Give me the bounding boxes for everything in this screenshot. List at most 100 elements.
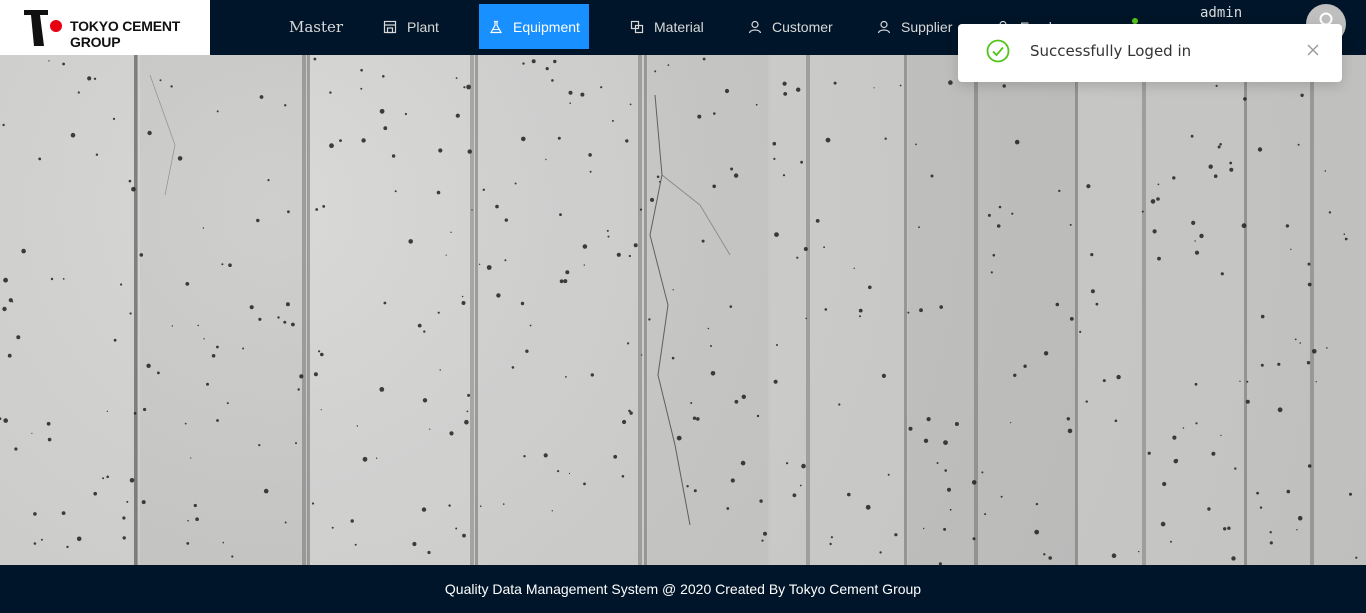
concrete-pit — [467, 149, 472, 154]
concrete-pit — [796, 87, 801, 92]
concrete-pit — [569, 102, 571, 104]
concrete-pit — [131, 186, 136, 192]
concrete-pit — [702, 57, 706, 61]
concrete-pit — [1229, 161, 1233, 165]
concrete-pit — [318, 350, 321, 353]
concrete-pit — [185, 282, 190, 286]
concrete-pit — [383, 126, 388, 131]
concrete-pit — [918, 226, 920, 229]
concrete-pit — [106, 410, 109, 412]
nav-customer-label: Customer — [772, 18, 833, 35]
concrete-pit — [1162, 481, 1167, 487]
concrete-pit — [7, 353, 12, 358]
concrete-pit — [186, 542, 190, 545]
concrete-pit — [287, 210, 290, 214]
concrete-pit — [545, 67, 549, 71]
concrete-pit — [838, 403, 841, 406]
concrete-pit — [1234, 467, 1237, 470]
concrete-pit — [129, 312, 132, 315]
concrete-pit — [613, 454, 618, 459]
concrete-pit — [1256, 491, 1259, 495]
nav-master[interactable]: Master — [289, 4, 343, 49]
concrete-pit — [622, 419, 627, 425]
concrete-pit — [971, 480, 977, 485]
concrete-pit — [448, 504, 451, 507]
concrete-pit — [648, 318, 651, 321]
concrete-pit — [919, 308, 923, 313]
concrete-pit — [984, 513, 987, 516]
concrete-pit — [551, 510, 553, 512]
concrete-pit — [782, 174, 786, 177]
concrete-pit — [157, 371, 160, 375]
concrete-pit — [939, 305, 943, 309]
concrete-pit — [1152, 229, 1157, 234]
concrete-pit — [1231, 556, 1236, 561]
concrete-pit — [228, 263, 232, 267]
concrete-pit — [1013, 373, 1017, 377]
concrete-pit — [464, 419, 469, 425]
nav-material[interactable]: Material — [630, 4, 704, 49]
concrete-pit — [226, 402, 229, 405]
nav-supplier[interactable]: Supplier — [877, 4, 952, 49]
concrete-pit — [710, 345, 712, 347]
brand-logo[interactable]: TOKYO CEMENT GROUP — [0, 0, 210, 55]
concrete-pit — [408, 239, 414, 244]
concrete-pit — [521, 136, 526, 142]
concrete-pit — [943, 527, 947, 531]
concrete-pit — [672, 289, 674, 291]
concrete-pit — [133, 412, 137, 415]
concrete-pit — [3, 277, 8, 283]
nav-equipment[interactable]: Equipment — [479, 4, 589, 49]
concrete-pit — [580, 92, 585, 97]
concrete-pit — [1227, 526, 1231, 530]
concrete-pit — [195, 517, 199, 521]
concrete-pit — [1257, 147, 1263, 152]
concrete-pit — [1215, 84, 1218, 87]
concrete-pit — [712, 184, 716, 189]
flask-icon — [489, 20, 503, 33]
concrete-pit — [471, 209, 473, 211]
concrete-pit — [122, 536, 126, 540]
concrete-pit — [231, 555, 234, 558]
concrete-pit — [998, 205, 1002, 209]
concrete-pit — [70, 132, 76, 138]
concrete-pit — [33, 512, 37, 516]
concrete-pit — [553, 59, 557, 64]
concrete-pit — [277, 316, 280, 319]
concrete-pit — [865, 504, 871, 510]
concrete-pit — [284, 104, 287, 107]
concrete-pit — [511, 366, 515, 369]
concrete-pit — [588, 153, 592, 157]
concrete-pit — [1190, 134, 1194, 138]
concrete-pit — [1260, 314, 1265, 319]
concrete-pit — [1023, 364, 1027, 368]
concrete-pit — [824, 308, 828, 311]
concrete-pit — [1229, 167, 1234, 172]
block-icon — [630, 20, 644, 33]
nav-customer[interactable]: Customer — [748, 4, 833, 49]
concrete-pit — [522, 62, 525, 65]
concrete-pit — [76, 536, 82, 542]
concrete-pit — [146, 363, 151, 368]
concrete-pit — [1217, 145, 1221, 149]
close-icon[interactable] — [1305, 42, 1321, 58]
concrete-pit — [1085, 400, 1088, 403]
concrete-background — [0, 55, 1366, 565]
concrete-pit — [887, 473, 890, 476]
concrete-pit — [299, 374, 304, 379]
concrete-pit — [106, 475, 109, 479]
concrete-pit — [504, 259, 507, 262]
concrete-pit — [466, 84, 471, 90]
concrete-pit — [356, 425, 358, 427]
concrete-pit — [256, 218, 260, 223]
concrete-pit — [313, 57, 317, 61]
concrete-pit — [686, 485, 689, 488]
concrete-pit — [730, 478, 735, 483]
concrete-pit — [438, 148, 443, 153]
concrete-pit — [859, 315, 861, 318]
concrete-pit — [992, 253, 996, 257]
nav-plant[interactable]: Plant — [383, 4, 439, 49]
username[interactable]: admin — [1200, 5, 1242, 21]
concrete-pit — [697, 114, 702, 119]
concrete-pit — [422, 398, 428, 403]
